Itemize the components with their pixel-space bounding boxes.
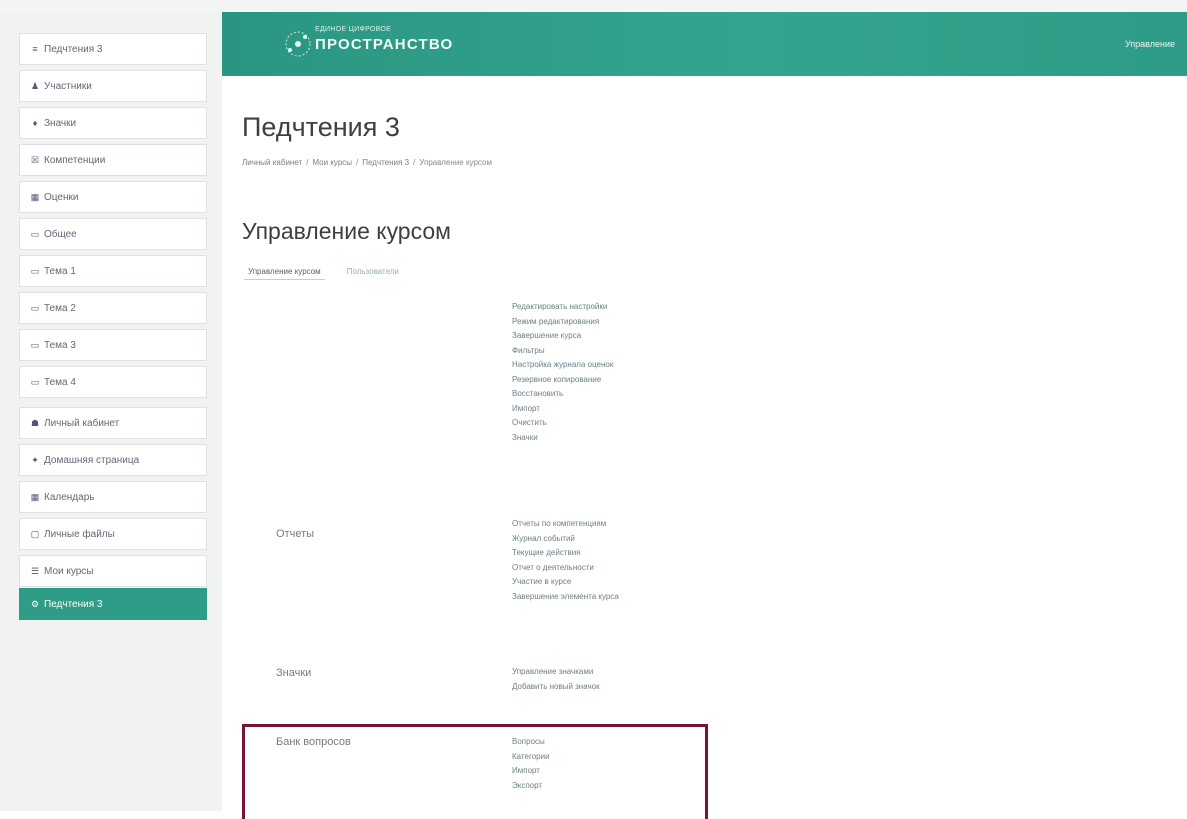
sidebar-item-badges[interactable]: ♦ Значки: [19, 107, 207, 139]
link-questions[interactable]: Вопросы: [512, 735, 550, 750]
sidebar-item-general[interactable]: ▭ Общее: [19, 218, 207, 250]
link-qb-export[interactable]: Экспорт: [512, 779, 550, 794]
calendar-icon: ▦: [30, 491, 40, 502]
tab-users[interactable]: Пользователи: [343, 264, 403, 280]
link-activity-report[interactable]: Отчет о деятельности: [512, 561, 619, 576]
sidebar-item-label: Тема 2: [44, 302, 76, 314]
link-qb-import[interactable]: Импорт: [512, 764, 550, 779]
folder-icon: ▭: [30, 376, 40, 387]
tab-bar: Управление курсом Пользователи: [244, 264, 403, 280]
user-menu-link[interactable]: Управление: [1125, 39, 1175, 49]
link-competency-report[interactable]: Отчеты по компетенциям: [512, 517, 619, 532]
link-course-completion[interactable]: Завершение курса: [512, 329, 613, 344]
files-icon: ▢: [30, 528, 40, 539]
course-admin-links: Редактировать настройки Режим редактиров…: [512, 300, 613, 445]
course-icon: ⚙: [30, 598, 40, 609]
question-bank-links: Вопросы Категории Импорт Экспорт: [512, 735, 550, 793]
sidebar-item-course-home[interactable]: ≡ Педчтения 3: [19, 33, 207, 65]
link-edit-mode[interactable]: Режим редактирования: [512, 315, 613, 330]
sidebar-item-label: Компетенции: [44, 154, 106, 166]
competency-icon: ☒: [30, 154, 40, 165]
sidebar-item-label: Тема 3: [44, 339, 76, 351]
sidebar-item-label: Тема 1: [44, 265, 76, 277]
logo-title[interactable]: ПРОСТРАНСТВО: [315, 36, 453, 53]
sidebar: ≡ Педчтения 3 ♟ Участники ♦ Значки ☒ Компете…: [0, 12, 222, 811]
reports-links: Отчеты по компетенциям Журнал событий Те…: [512, 517, 619, 604]
link-reset[interactable]: Очистить: [512, 416, 613, 431]
logo-caption: ЕДИНОЕ ЦИФРОВОЕ: [315, 26, 392, 33]
link-live-logs[interactable]: Текущие действия: [512, 546, 619, 561]
sidebar-item-label: Педчтения 3: [44, 598, 103, 610]
group-label-question-bank: Банк вопросов: [276, 736, 351, 748]
sidebar-item-label: Участники: [44, 80, 92, 92]
header-bar: ЕДИНОЕ ЦИФРОВОЕ ПРОСТРАНСТВО Управление: [222, 12, 1187, 76]
sidebar-item-home[interactable]: ✦ Домашняя страница: [19, 444, 207, 476]
link-restore[interactable]: Восстановить: [512, 387, 613, 402]
top-strip: [0, 0, 1187, 12]
group-label-reports: Отчеты: [276, 528, 315, 540]
courses-icon: ☰: [30, 565, 40, 576]
main-content: Педчтения 3 Личный кабинет / Мои курсы / Пед…: [222, 76, 1187, 819]
sidebar-item-competencies[interactable]: ☒ Компетенции: [19, 144, 207, 176]
list-icon: ≡: [32, 44, 38, 54]
link-filters[interactable]: Фильтры: [512, 344, 613, 359]
sidebar-item-dashboard[interactable]: ☗ Личный кабинет: [19, 407, 207, 439]
logo-icon: [285, 31, 311, 57]
sidebar-item-current-course[interactable]: ⚙ Педчтения 3: [19, 588, 207, 620]
sidebar-item-topic-3[interactable]: ▭ Тема 3: [19, 329, 207, 361]
sidebar-item-my-courses[interactable]: ☰ Мои курсы: [19, 555, 207, 587]
breadcrumb-course[interactable]: Педчтения 3: [362, 158, 409, 167]
link-gradebook-setup[interactable]: Настройка журнала оценок: [512, 358, 613, 373]
breadcrumb-dashboard[interactable]: Личный кабинет: [242, 158, 302, 167]
link-course-participation[interactable]: Участие в курсе: [512, 575, 619, 590]
link-add-badge[interactable]: Добавить новый значок: [512, 680, 600, 695]
sidebar-item-topic-2[interactable]: ▭ Тема 2: [19, 292, 207, 324]
sidebar-item-label: Мои курсы: [44, 565, 94, 577]
sidebar-item-label: Значки: [44, 117, 77, 129]
link-backup[interactable]: Резервное копирование: [512, 373, 613, 388]
sidebar-item-grades[interactable]: ▦ Оценки: [19, 181, 207, 213]
sidebar-item-label: Общее: [44, 228, 77, 240]
link-manage-badges[interactable]: Управление значками: [512, 665, 600, 680]
sidebar-item-label: Тема 4: [44, 376, 76, 388]
page-title: Педчтения 3: [242, 112, 400, 142]
link-import[interactable]: Импорт: [512, 402, 613, 417]
breadcrumb-my-courses[interactable]: Мои курсы: [312, 158, 352, 167]
group-label-badges: Значки: [276, 667, 312, 679]
sidebar-item-private-files[interactable]: ▢ Личные файлы: [19, 518, 207, 550]
sidebar-item-participants[interactable]: ♟ Участники: [19, 70, 207, 102]
badges-links: Управление значками Добавить новый значо…: [512, 665, 600, 694]
breadcrumb: Личный кабинет / Мои курсы / Педчтения 3/Упр…: [242, 158, 492, 167]
dashboard-icon: ☗: [30, 417, 40, 428]
sidebar-item-label: Домашняя страница: [44, 454, 140, 466]
folder-icon: ▭: [30, 228, 40, 239]
link-activity-completion[interactable]: Завершение элемента курса: [512, 590, 619, 605]
sidebar-item-label: Педчтения 3: [44, 43, 103, 55]
link-badges[interactable]: Значки: [512, 431, 613, 446]
badge-icon: ♦: [32, 118, 38, 128]
breadcrumb-separator: /: [306, 158, 309, 167]
breadcrumb-separator: /: [413, 158, 416, 167]
sidebar-item-label: Личные файлы: [44, 528, 115, 540]
link-logs[interactable]: Журнал событий: [512, 532, 619, 547]
folder-icon: ▭: [30, 265, 40, 276]
sidebar-item-topic-4[interactable]: ▭ Тема 4: [19, 366, 207, 398]
breadcrumb-separator: /: [356, 158, 359, 167]
tab-course-administration[interactable]: Управление курсом: [244, 264, 325, 280]
sidebar-item-topic-1[interactable]: ▭ Тема 1: [19, 255, 207, 287]
folder-icon: ▭: [30, 302, 40, 313]
grades-icon: ▦: [30, 191, 40, 202]
sidebar-item-label: Личный кабинет: [44, 417, 120, 429]
users-icon: ♟: [30, 80, 40, 91]
section-title: Управление курсом: [242, 218, 451, 244]
link-categories[interactable]: Категории: [512, 750, 550, 765]
folder-icon: ▭: [30, 339, 40, 350]
link-edit-settings[interactable]: Редактировать настройки: [512, 300, 613, 315]
sidebar-item-calendar[interactable]: ▦ Календарь: [19, 481, 207, 513]
sidebar-item-label: Оценки: [44, 191, 79, 203]
sidebar-item-label: Календарь: [44, 491, 95, 503]
home-icon: ✦: [31, 454, 39, 465]
breadcrumb-current: Управление курсом: [419, 158, 492, 167]
